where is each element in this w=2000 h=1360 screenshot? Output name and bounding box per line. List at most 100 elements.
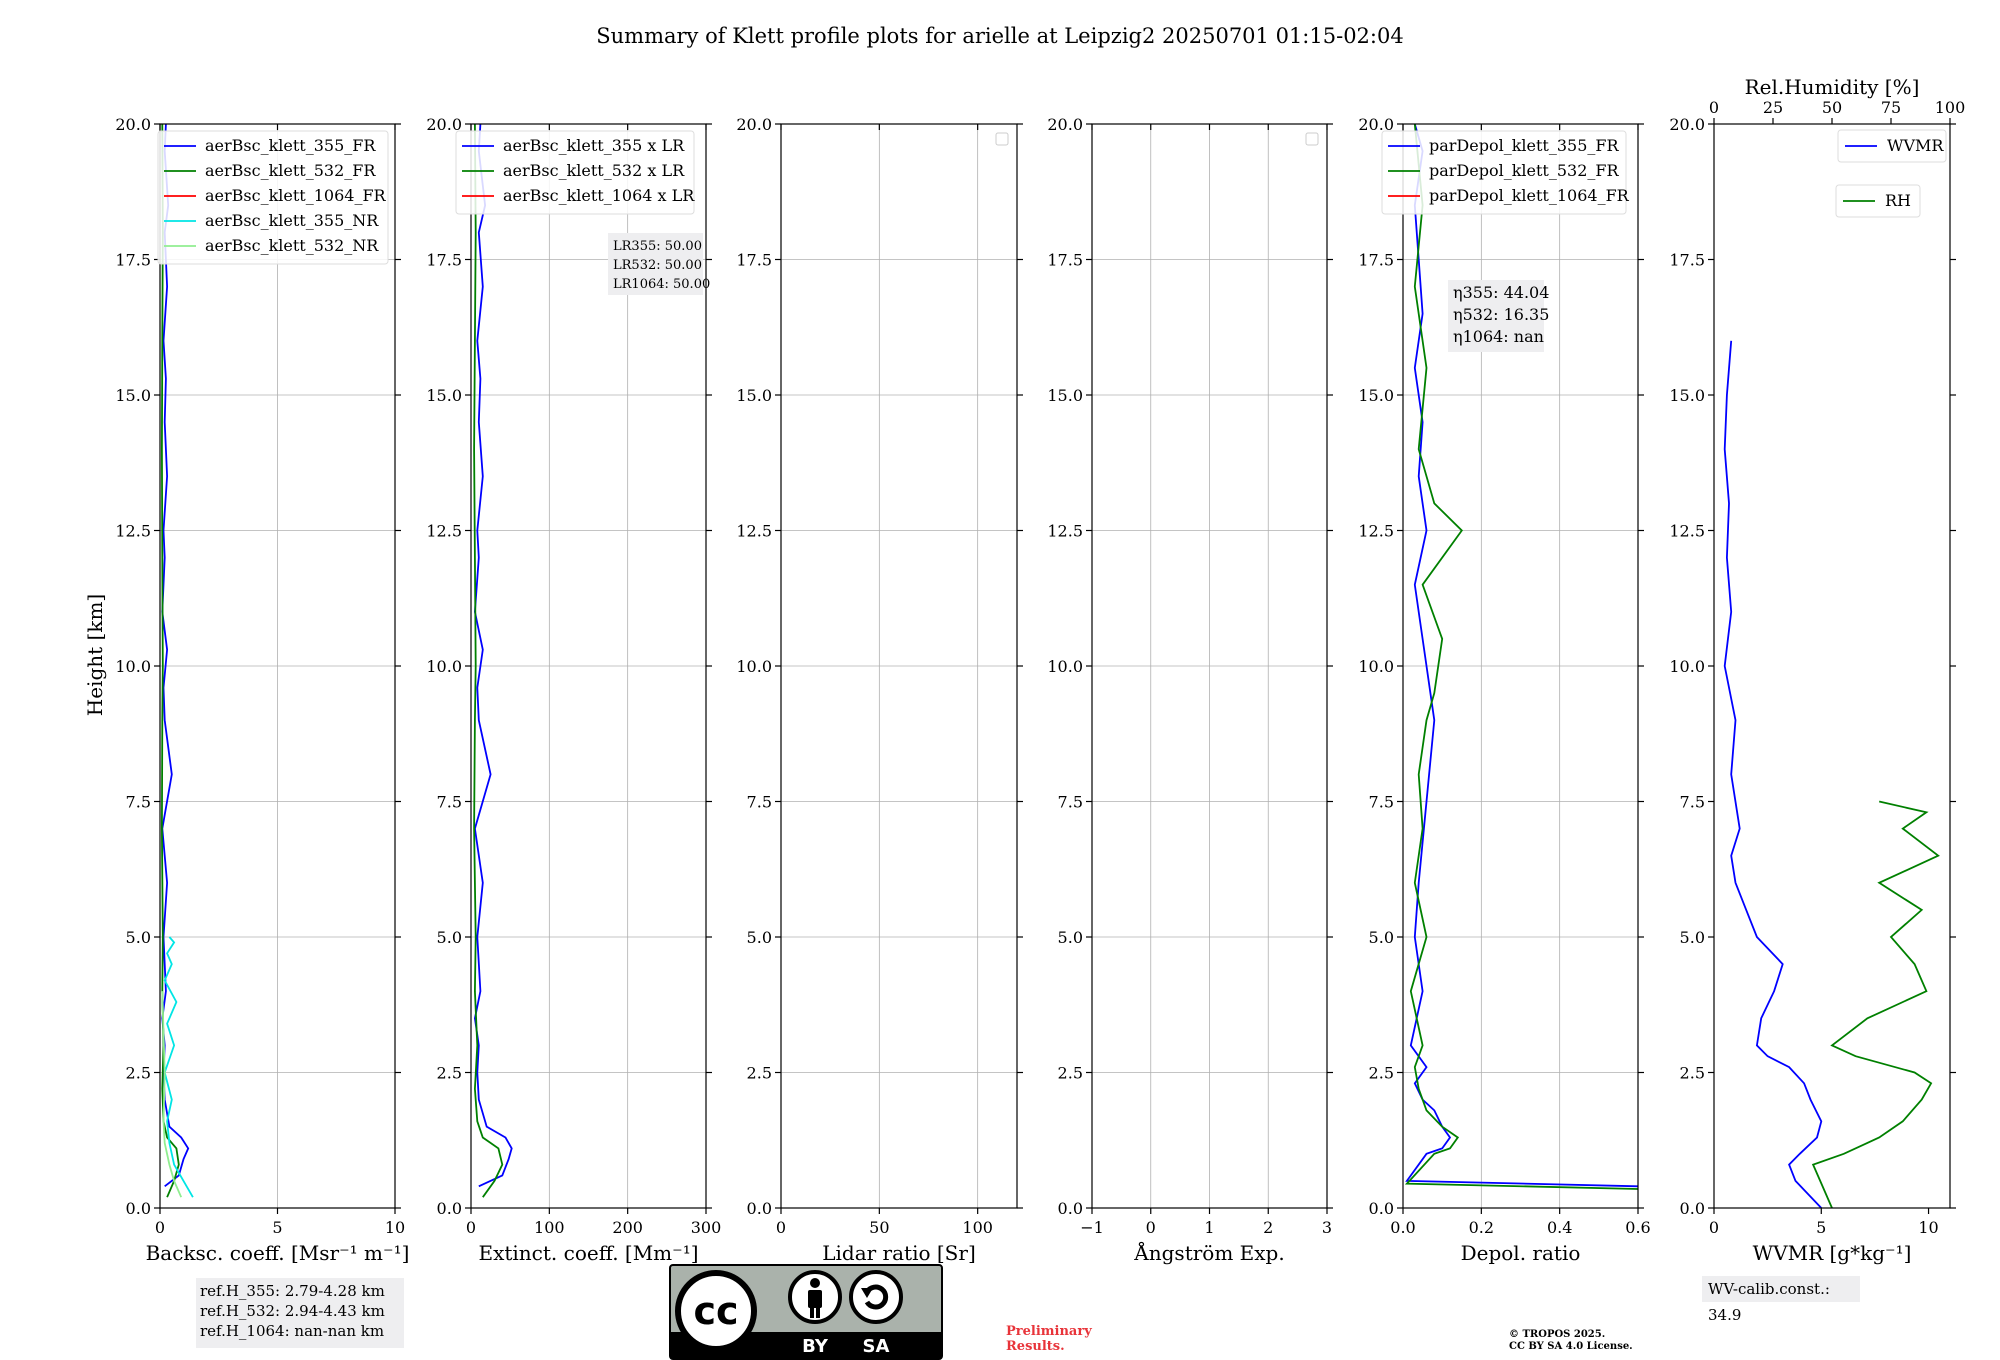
y-tick-label: 5.0	[1680, 928, 1705, 947]
x-tick-label: 100	[534, 1218, 565, 1237]
x2-tick-label: 100	[1935, 98, 1966, 117]
x-tick-label: 100	[962, 1218, 993, 1237]
x-tick-label: 0.0	[1390, 1218, 1415, 1237]
x-tick-label: 10	[1918, 1218, 1938, 1237]
y-tick-label: 2.5	[437, 1064, 462, 1083]
y-tick-label: 2.5	[1058, 1064, 1083, 1083]
y-tick-label: 10.0	[1669, 657, 1705, 676]
sa-icon	[849, 1270, 903, 1324]
y-tick-label: 12.5	[1358, 522, 1394, 541]
y-tick-label: 15.0	[1047, 386, 1083, 405]
y-tick-label: 20.0	[736, 115, 772, 134]
y-tick-label: 2.5	[1680, 1064, 1705, 1083]
y-tick-label: 12.5	[115, 522, 151, 541]
y-tick-label: 2.5	[1369, 1064, 1394, 1083]
panels: 0.02.55.07.510.012.515.017.520.00 5 10Back…	[115, 75, 1965, 1265]
sa-text: SA	[863, 1336, 890, 1357]
x-tick-label: 50	[869, 1218, 889, 1237]
legend-entry: RH	[1885, 191, 1911, 210]
panel-depol: 0.02.55.07.510.012.515.017.520.00.0 0.2 0.…	[1358, 115, 1650, 1265]
y-tick-label: 17.5	[1669, 251, 1705, 270]
y-tick-label: 10.0	[115, 657, 151, 676]
y-tick-label: 7.5	[1680, 793, 1705, 812]
x2-tick-label: 75	[1881, 98, 1901, 117]
lr-value: LR532: 50.00	[613, 258, 702, 273]
y-tick-label: 7.5	[1369, 793, 1394, 812]
figure: Summary of Klett profile plots for ariel…	[83, 24, 1965, 1265]
legend-entry: aerBsc_klett_1064 x LR	[503, 186, 695, 205]
empty-legend	[1305, 132, 1319, 146]
cc-by-sa-logo: cc BY SA	[669, 1264, 943, 1360]
series-aerBsc_klett_355_NR	[163, 936, 194, 1198]
y-tick-label: 12.5	[736, 522, 772, 541]
legend-entry: aerBsc_klett_532_FR	[205, 161, 376, 180]
y-tick-label: 10.0	[736, 657, 772, 676]
x2-tick-label: 50	[1822, 98, 1842, 117]
ref-height-box: ref.H_355: 2.79-4.28 km ref.H_532: 2.94-…	[196, 1278, 404, 1348]
y-tick-label: 5.0	[126, 928, 151, 947]
legend-entry: aerBsc_klett_355_FR	[205, 136, 376, 155]
x-tick-label: 0	[1146, 1218, 1156, 1237]
y-tick-label: 7.5	[126, 793, 151, 812]
eta-value: η1064: nan	[1453, 327, 1544, 346]
copyright-note: © TROPOS 2025. CC BY SA 4.0 License.	[1509, 1329, 1633, 1353]
x-tick-label: 5	[272, 1218, 282, 1237]
panel-wvmr: 0.02.55.07.510.012.515.017.520.00 5 10WVMR…	[1669, 75, 1965, 1265]
legend-entry: aerBsc_klett_1064_FR	[205, 186, 387, 205]
legend-entry: aerBsc_klett_355_NR	[205, 211, 379, 230]
y-tick-label: 0.0	[126, 1199, 151, 1218]
copyright-line-2: CC BY SA 4.0 License.	[1509, 1341, 1633, 1352]
x-axis-label: Extinct. coeff. [Mm⁻¹]	[478, 1241, 698, 1265]
x-tick-label: 3	[1322, 1218, 1332, 1237]
panel-extinction: 0.02.55.07.510.012.515.017.520.00 100 200 3…	[426, 115, 721, 1265]
lr-value: LR1064: 50.00	[613, 277, 710, 292]
cc-letters: cc	[693, 1289, 738, 1333]
y-tick-label: 5.0	[747, 928, 772, 947]
x2-tick-label: 25	[1763, 98, 1783, 117]
ref-height-532: ref.H_532: 2.94-4.43 km	[200, 1302, 385, 1320]
series-WVMR	[1723, 340, 1823, 1209]
ref-height-355: ref.H_355: 2.79-4.28 km	[200, 1282, 385, 1300]
legend-entry: parDepol_klett_355_FR	[1429, 136, 1620, 155]
panel-angstrom: 0.0 2.5 5.0 7.5 10.0 12.5 15.0 17.5 20.0 −1 0 1 2 3 Ån…	[1047, 115, 1333, 1265]
x-tick-label: 1	[1204, 1218, 1214, 1237]
x-tick-label: 10	[385, 1218, 405, 1237]
lr-value: LR355: 50.00	[613, 239, 702, 254]
x-tick-label: 0	[1709, 1218, 1719, 1237]
legend-entry: aerBsc_klett_355 x LR	[503, 136, 685, 155]
y-tick-label: 7.5	[437, 793, 462, 812]
legend-entry: parDepol_klett_532_FR	[1429, 161, 1620, 180]
panel-backscatter: 0.0 2.5 5.0 7.5 10.0 12.5 15.0 17.5 20.0 0 5 10 Back…	[115, 115, 409, 1265]
y-tick-label: 15.0	[1358, 386, 1394, 405]
x-tick-label: 300	[691, 1218, 722, 1237]
y-tick-label: 10.0	[426, 657, 462, 676]
by-icon	[788, 1270, 842, 1324]
y-tick-label: 12.5	[1669, 522, 1705, 541]
eta-value: η532: 16.35	[1453, 305, 1549, 324]
x-axis-label: Ångström Exp.	[1133, 1240, 1284, 1265]
y-tick-label: 15.0	[426, 386, 462, 405]
legend-entry: aerBsc_klett_532 x LR	[503, 161, 685, 180]
y-tick-label: 12.5	[1047, 522, 1083, 541]
y-tick-label: 10.0	[1047, 657, 1083, 676]
y-tick-label: 15.0	[1669, 386, 1705, 405]
figure-title: Summary of Klett profile plots for ariel…	[596, 24, 1403, 48]
y-tick-label: 12.5	[426, 522, 462, 541]
y-tick-label: 0.0	[1680, 1199, 1705, 1218]
x-tick-label: 0	[776, 1218, 786, 1237]
x-tick-label: −1	[1080, 1218, 1104, 1237]
x2-axis-label: Rel.Humidity [%]	[1745, 75, 1920, 99]
y-tick-label: 17.5	[426, 251, 462, 270]
y-tick-label: 20.0	[1047, 115, 1083, 134]
y-tick-label: 10.0	[1358, 657, 1394, 676]
preliminary-line-2: Results.	[1006, 1339, 1065, 1354]
legend-entry: WVMR	[1887, 136, 1944, 155]
series-aerBsc_klett_355 x LR	[473, 123, 513, 1188]
series-aerBsc_klett_355_FR	[161, 123, 190, 1188]
wv-calib-box: WV-calib.const.: 34.9	[1702, 1276, 1860, 1324]
legend-entry: parDepol_klett_1064_FR	[1429, 186, 1630, 205]
empty-legend	[995, 132, 1009, 146]
x-axis-label: Lidar ratio [Sr]	[822, 1241, 976, 1265]
x-tick-label: 200	[612, 1218, 643, 1237]
y-tick-label: 7.5	[747, 793, 772, 812]
